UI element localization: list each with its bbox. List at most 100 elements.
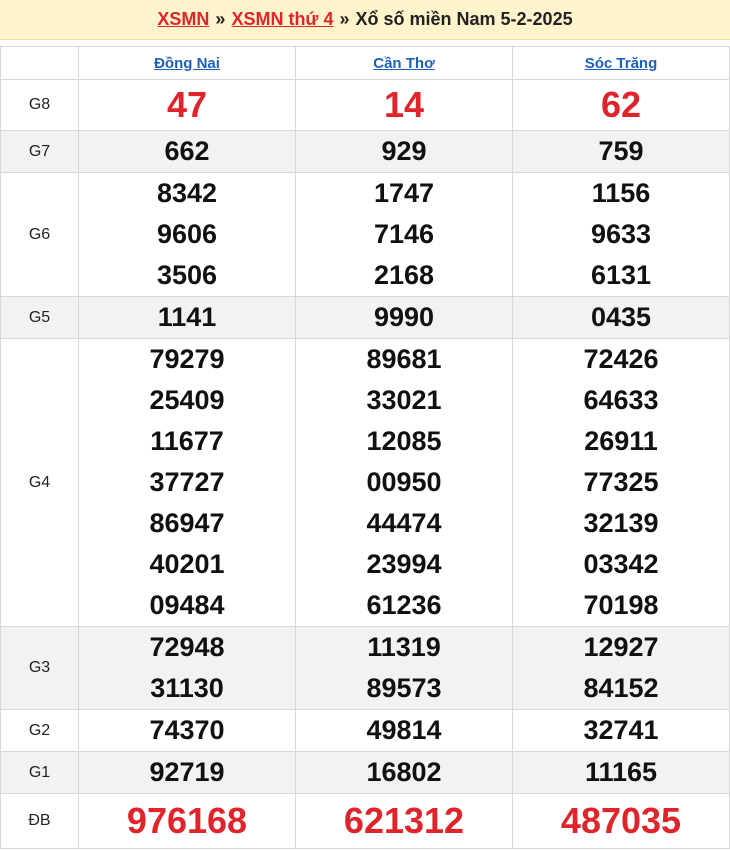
result-cell: 32741	[512, 709, 730, 752]
prize-label: ĐB	[0, 793, 79, 849]
result-number: 2168	[373, 260, 435, 290]
breadcrumb-separator: »	[339, 9, 350, 29]
table-row: G6 8342 9606 3506 1747 7146 2168 1156 9633 6131	[0, 172, 730, 297]
result-number: 16802	[366, 757, 442, 787]
result-number: 77325	[583, 467, 659, 497]
result-number: 37727	[149, 467, 225, 497]
result-number: 70198	[583, 590, 659, 620]
result-number: 72426	[583, 344, 659, 374]
result-number: 9606	[156, 219, 218, 249]
result-number: 12085	[366, 426, 442, 456]
result-number: 32741	[583, 715, 659, 745]
breadcrumb-header: XSMN » XSMN thứ 4 » Xổ số miền Nam 5-2-2…	[0, 0, 730, 40]
result-number: 61236	[366, 590, 442, 620]
result-cell: 9990	[295, 296, 513, 339]
result-number: 929	[381, 136, 427, 166]
prize-label: G5	[0, 296, 79, 339]
result-cell: 11319 89573	[295, 626, 513, 710]
result-number: 40201	[149, 549, 225, 579]
result-cell: 92719	[78, 751, 296, 794]
result-cell: 1141	[78, 296, 296, 339]
prize-label: G3	[0, 626, 79, 710]
result-cell: 0435	[512, 296, 730, 339]
result-number: 84152	[583, 673, 659, 703]
page-title: Xổ số miền Nam 5-2-2025	[355, 9, 573, 29]
result-number: 9990	[373, 302, 435, 332]
prize-label: G6	[0, 172, 79, 297]
result-cell: 929	[295, 130, 513, 173]
result-number: 44474	[366, 508, 442, 538]
result-cell: 621312	[295, 793, 513, 849]
result-number: 09484	[149, 590, 225, 620]
result-number: 31130	[150, 673, 224, 703]
result-number: 6131	[590, 260, 652, 290]
result-number: 621312	[343, 800, 465, 841]
prize-label: G8	[0, 79, 79, 131]
result-number: 14	[383, 84, 425, 125]
result-number: 1141	[157, 302, 217, 332]
result-number: 47	[166, 84, 208, 125]
result-cell: 79279 25409 11677 37727 86947 40201 09484	[78, 338, 296, 627]
result-number: 89681	[366, 344, 442, 374]
result-cell: 89681 33021 12085 00950 44474 23994 61236	[295, 338, 513, 627]
column-header: Cần Thơ	[295, 46, 513, 80]
table-header-row: Đồng Nai Cần Thơ Sóc Trăng	[0, 46, 730, 80]
table-row: G3 72948 31130 11319 89573 12927 84152	[0, 626, 730, 710]
result-number: 1156	[591, 178, 651, 208]
province-link-dong-nai[interactable]: Đồng Nai	[154, 55, 220, 72]
result-number: 8342	[156, 178, 218, 208]
result-number: 976168	[126, 800, 248, 841]
result-number: 33021	[366, 385, 442, 415]
result-cell: 1747 7146 2168	[295, 172, 513, 297]
result-number: 1747	[373, 178, 435, 208]
result-number: 49814	[366, 715, 442, 745]
result-cell: 16802	[295, 751, 513, 794]
result-number: 89573	[366, 673, 442, 703]
prize-label: G7	[0, 130, 79, 173]
breadcrumb-separator: »	[215, 9, 226, 29]
province-link-can-tho[interactable]: Cần Thơ	[373, 55, 435, 72]
table-row: G5 1141 9990 0435	[0, 296, 730, 339]
province-link-soc-trang[interactable]: Sóc Trăng	[585, 55, 658, 72]
result-cell: 11165	[512, 751, 730, 794]
prize-label: G2	[0, 709, 79, 752]
breadcrumb-link-xsmn-thu-4[interactable]: XSMN thứ 4	[231, 9, 333, 30]
result-number: 74370	[149, 715, 225, 745]
result-cell: 8342 9606 3506	[78, 172, 296, 297]
result-number: 32139	[583, 508, 659, 538]
table-row: ĐB 976168 621312 487035	[0, 793, 730, 849]
result-number: 12927	[583, 632, 659, 662]
result-number: 0435	[590, 302, 652, 332]
result-cell: 12927 84152	[512, 626, 730, 710]
result-number: 3506	[156, 260, 218, 290]
result-number: 79279	[149, 344, 225, 374]
result-cell: 74370	[78, 709, 296, 752]
result-number: 9633	[590, 219, 652, 249]
result-cell: 47	[78, 79, 296, 131]
prize-label: G1	[0, 751, 79, 794]
corner-cell	[0, 46, 79, 80]
result-number: 64633	[583, 385, 659, 415]
result-cell: 49814	[295, 709, 513, 752]
result-number: 7146	[373, 219, 435, 249]
column-header: Đồng Nai	[78, 46, 296, 80]
result-number: 25409	[149, 385, 225, 415]
result-cell: 72426 64633 26911 77325 32139 03342 70198	[512, 338, 730, 627]
result-number: 03342	[583, 549, 659, 579]
result-number: 759	[598, 136, 644, 166]
result-number: 23994	[366, 549, 442, 579]
result-number: 72948	[149, 632, 225, 662]
result-number: 86947	[149, 508, 225, 538]
result-number: 662	[164, 136, 210, 166]
results-body: G8 47 14 62 G7 662 929 759 G6 8342 9606 3506 1747 714…	[0, 79, 730, 849]
result-number: 11677	[150, 426, 224, 456]
result-cell: 976168	[78, 793, 296, 849]
table-row: G8 47 14 62	[0, 79, 730, 131]
prize-label: G4	[0, 338, 79, 627]
result-cell: 72948 31130	[78, 626, 296, 710]
result-cell: 14	[295, 79, 513, 131]
breadcrumb-link-xsmn[interactable]: XSMN	[157, 9, 209, 30]
result-cell: 1156 9633 6131	[512, 172, 730, 297]
result-cell: 759	[512, 130, 730, 173]
result-number: 26911	[584, 426, 658, 456]
